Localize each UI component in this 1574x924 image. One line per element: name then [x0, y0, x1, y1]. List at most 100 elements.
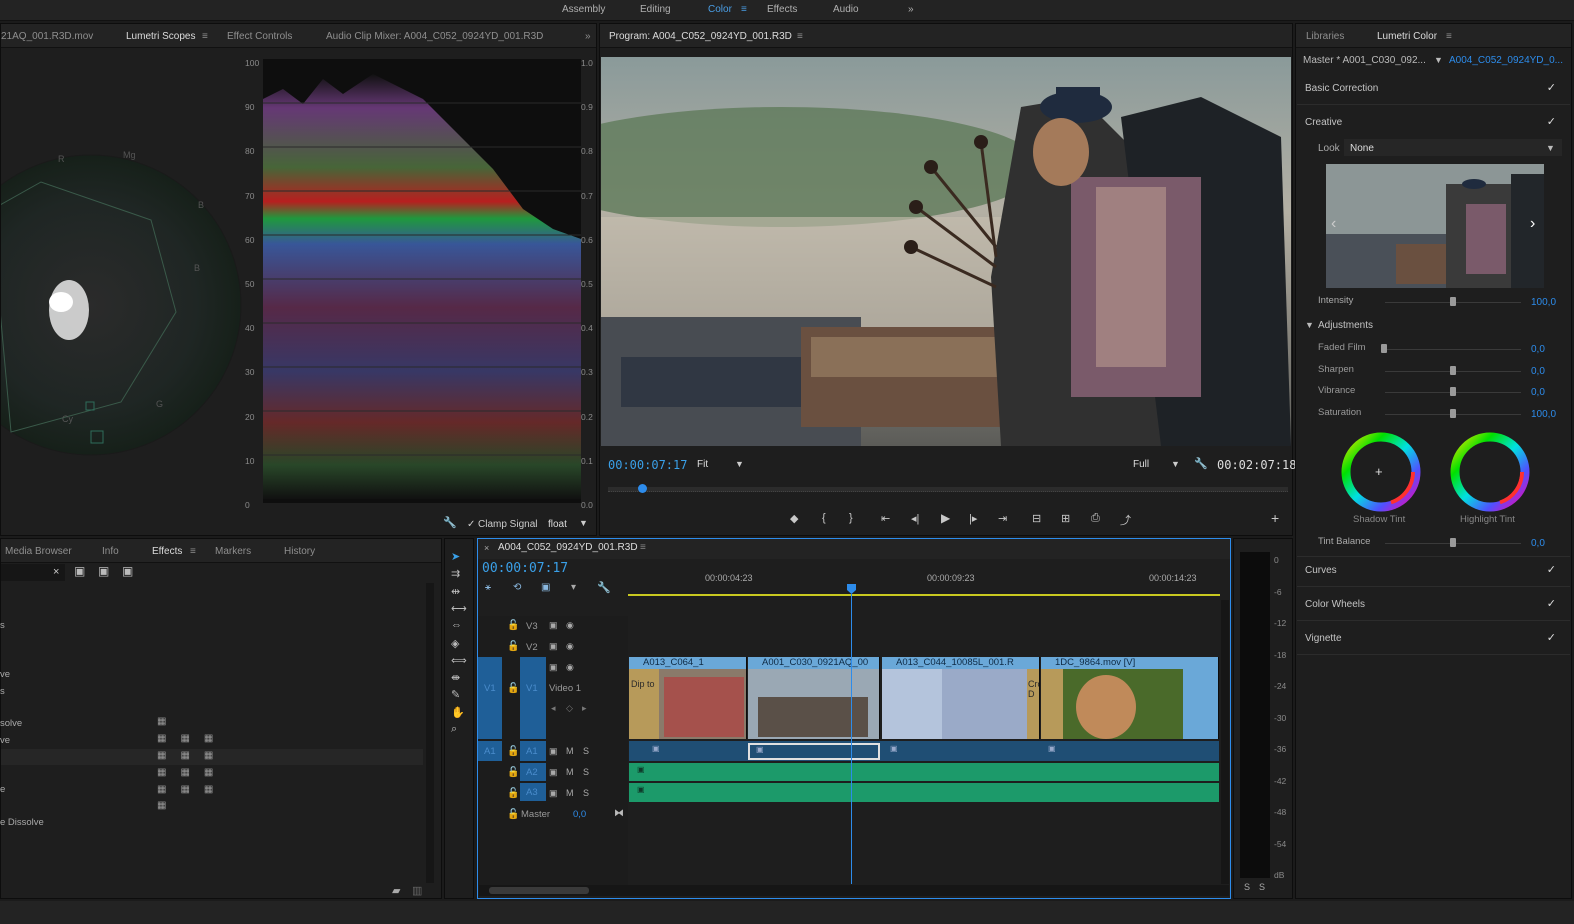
go-to-in-icon[interactable]: ⇤ [881, 512, 890, 525]
add-keyframe-icon[interactable]: ◇ [566, 703, 573, 714]
color-wheels-check[interactable]: ✓ [1547, 597, 1556, 610]
mark-in-icon[interactable]: { [822, 512, 826, 524]
workspace-audio[interactable]: Audio [833, 4, 859, 15]
adjustments-section[interactable]: Adjustments [1318, 320, 1373, 331]
tab-lumetri-color[interactable]: Lumetri Color [1377, 31, 1437, 42]
a2-sync-icon[interactable]: ▣ [549, 767, 558, 778]
workspace-effects[interactable]: Effects [767, 4, 797, 15]
workspace-assembly[interactable]: Assembly [562, 4, 605, 15]
vignette-section[interactable]: Vignette [1305, 633, 1342, 644]
extract-icon[interactable]: ⊞ [1061, 512, 1070, 525]
adjustment-slider-handle[interactable] [1381, 344, 1387, 353]
a1-lock-icon[interactable]: 🔓 [507, 746, 519, 757]
adjustment-slider-handle[interactable] [1450, 408, 1456, 418]
tab-history[interactable]: History [284, 546, 315, 557]
v3-sync-icon[interactable]: ▣ [549, 620, 558, 631]
rate-stretch-tool-icon[interactable]: ⇔ [451, 619, 462, 631]
play-icon[interactable]: ▶ [941, 511, 950, 525]
effect-item[interactable]: ve [0, 669, 10, 680]
rolling-edit-tool-icon[interactable]: ⟷ [451, 602, 467, 615]
timeline-timecode[interactable]: 00:00:07:17 [482, 561, 568, 576]
program-playhead[interactable] [638, 484, 647, 493]
program-settings-wrench-icon[interactable]: 🔧 [1194, 457, 1208, 470]
resolution-chevron-down-icon[interactable]: ▼ [1171, 459, 1180, 469]
transition-cross-dissolve-end[interactable] [1041, 669, 1063, 739]
slider-value[interactable]: 0,0 [1531, 344, 1545, 355]
master-clip-selector[interactable]: Master * A001_C030_092... [1303, 55, 1426, 66]
next-keyframe-icon[interactable]: ▸ [582, 703, 587, 714]
slider-value[interactable]: 0,0 [1531, 366, 1545, 377]
add-marker-icon[interactable]: ▾ [571, 582, 576, 593]
lift-icon[interactable]: ⊟ [1032, 512, 1041, 525]
step-forward-icon[interactable]: |▸ [969, 512, 977, 525]
effect-item[interactable]: e [0, 784, 5, 795]
nest-icon[interactable]: ▣ [541, 582, 550, 593]
program-video-frame[interactable] [601, 57, 1291, 446]
tab-lumetri-scopes[interactable]: Lumetri Scopes [126, 31, 195, 42]
creative-section[interactable]: Creative [1305, 117, 1342, 128]
intensity-value[interactable]: 100,0 [1531, 297, 1556, 308]
master-lock-icon[interactable]: 🔓 [507, 809, 519, 820]
program-current-timecode[interactable]: 00:00:07:17 [608, 458, 687, 472]
ripple-edit-tool-icon[interactable]: ⇹ [451, 585, 460, 598]
v3-eye-icon[interactable]: ◉ [566, 620, 574, 631]
button-editor-plus-icon[interactable]: + [1271, 510, 1279, 526]
curves-section[interactable]: Curves [1305, 565, 1337, 576]
curves-check[interactable]: ✓ [1547, 563, 1556, 576]
tab-media-browser[interactable]: Media Browser [5, 546, 72, 557]
audio-clip-a2[interactable] [629, 763, 1219, 781]
add-marker-icon[interactable]: ◆ [790, 512, 798, 525]
close-sequence-tab-icon[interactable]: × [484, 543, 489, 553]
audio-clip-a3[interactable] [629, 783, 1219, 802]
clip-link[interactable]: A004_C052_0924YD_0... [1449, 55, 1563, 66]
v2-lock-icon[interactable]: 🔓 [507, 641, 519, 652]
new-bin-folder-icon[interactable]: ▰ [392, 884, 400, 897]
slip-tool-icon[interactable]: ⟺ [451, 654, 467, 667]
a3-solo-button[interactable]: S [583, 788, 589, 798]
lumetri-menu-icon[interactable]: ≡ [1446, 31, 1452, 42]
v3-lock-icon[interactable]: 🔓 [507, 620, 519, 631]
creative-check[interactable]: ✓ [1547, 115, 1556, 128]
a2-solo-button[interactable]: S [583, 767, 589, 777]
vignette-check[interactable]: ✓ [1547, 631, 1556, 644]
adjustments-chevron-down-icon[interactable]: ▼ [1305, 320, 1314, 330]
a2-mute-button[interactable]: M [566, 767, 574, 777]
slider-value[interactable]: 0,0 [1531, 387, 1545, 398]
effect-item[interactable]: solve [0, 718, 22, 729]
look-next-chevron-right-icon[interactable]: › [1530, 215, 1535, 233]
a3-lock-icon[interactable]: 🔓 [507, 788, 519, 799]
solo-right-button[interactable]: S [1259, 882, 1265, 892]
clip-1dc-9864[interactable]: 1DC_9864.mov [V] [1041, 657, 1219, 739]
master-chevron-down-icon[interactable]: ▼ [1434, 55, 1443, 65]
linked-selection-icon[interactable]: ⟲ [513, 582, 521, 593]
audio-clip-a1[interactable] [629, 741, 1219, 761]
tab-info[interactable]: Info [102, 546, 119, 557]
effect-item[interactable]: e Dissolve [0, 817, 44, 828]
look-dropdown[interactable] [1344, 139, 1562, 156]
work-area-bar[interactable] [628, 594, 1220, 596]
track-select-tool-icon[interactable]: ⇉ [451, 567, 460, 580]
effect-item[interactable]: ve [0, 735, 10, 746]
v1-lock-icon[interactable]: 🔓 [507, 683, 519, 694]
intensity-slider-handle[interactable] [1450, 297, 1456, 306]
timeline-horizontal-scrollbar[interactable] [479, 885, 1229, 896]
yuv-effects-icon[interactable]: ▣ [122, 564, 133, 578]
program-title[interactable]: Program: A004_C052_0924YD_001.R3D [609, 31, 792, 42]
v1-source-patch[interactable] [478, 657, 502, 739]
track-v3-label[interactable]: V3 [526, 621, 538, 632]
effect-item[interactable]: s [0, 686, 5, 697]
accelerated-effects-icon[interactable]: ▣ [74, 564, 85, 578]
clip-a013-c064[interactable]: A013_C064_1 Dip to [629, 657, 747, 739]
v2-sync-icon[interactable]: ▣ [549, 641, 558, 652]
scope-settings-wrench-icon[interactable]: 🔧 [443, 516, 457, 529]
timeline-vertical-scrollbar[interactable] [1221, 600, 1229, 884]
a3-mute-button[interactable]: M [566, 788, 574, 798]
share-icon[interactable]: ⤴ [1120, 512, 1131, 528]
effects-menu-icon[interactable]: ≡ [190, 546, 196, 557]
basic-correction-check[interactable]: ✓ [1547, 81, 1556, 94]
tab-libraries[interactable]: Libraries [1306, 31, 1344, 42]
v1-sync-icon[interactable]: ▣ [549, 662, 558, 673]
pen-tool-icon[interactable]: ✎ [451, 688, 460, 701]
clip-a001-c030[interactable]: A001_C030_0921AQ_00 [748, 657, 880, 739]
workspace-color[interactable]: Color [708, 4, 732, 15]
